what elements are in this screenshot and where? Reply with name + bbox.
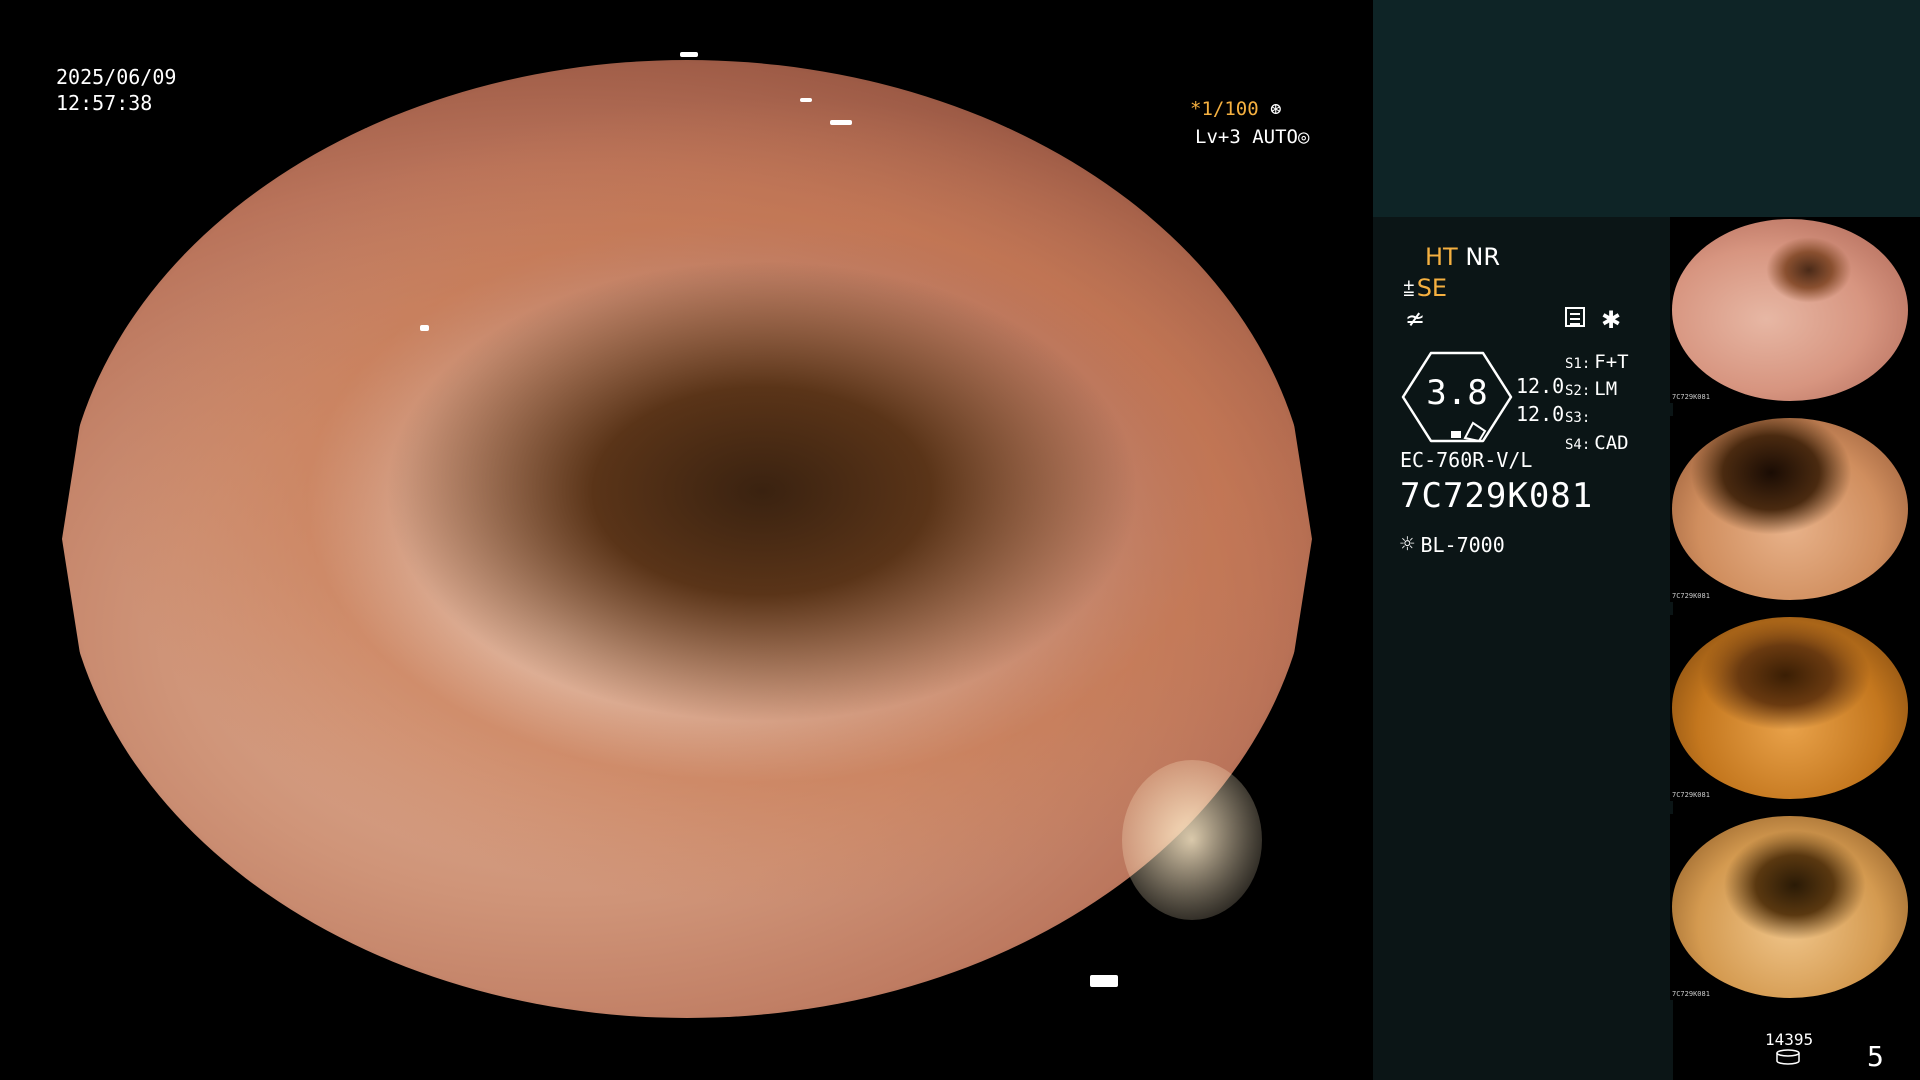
thumbnail-image	[1672, 418, 1908, 600]
thumbnail[interactable]: 7C729K081	[1670, 814, 1920, 1000]
panel-header-area	[1373, 0, 1920, 217]
light-source-name: BL-7000	[1420, 533, 1505, 557]
endoscopic-image	[62, 60, 1312, 1018]
asterisk-icon: ✱	[1601, 306, 1622, 334]
date: 2025/06/09	[56, 65, 177, 89]
endoscopy-viewport: 2025/06/09 12:57:38 *1/100 ⊛ Lv+3 AUTO◎	[0, 0, 1373, 1080]
thumbnail-caption: 7C729K081	[1672, 990, 1710, 998]
date-time: 2025/06/09 12:57:38	[56, 64, 176, 116]
iris-icon: ◎	[1297, 126, 1310, 148]
gain-value-1: 12.0	[1516, 374, 1565, 398]
light-source: ☼ BL-7000	[1400, 530, 1505, 558]
zoom-gauge: 3.8	[1401, 351, 1513, 443]
switch-slots: S1: F+T S2: LM S3: S4: CAD	[1565, 350, 1629, 458]
menu-icon	[1565, 307, 1585, 327]
slot-item: S3:	[1565, 410, 1591, 426]
image-counter: 14395	[1765, 1030, 1814, 1049]
gain-value-2: 12.0	[1516, 402, 1565, 426]
shutter-value: 1/100	[1201, 98, 1259, 120]
structure-enhancement: ⩲SE	[1403, 274, 1447, 302]
slot-item: S1: F+T	[1565, 351, 1629, 373]
freeze-icon: ≄	[1405, 305, 1426, 333]
slot-item: S4: CAD	[1565, 432, 1629, 454]
gain-values: 12.0 12.0	[1516, 372, 1564, 428]
thumbnail-image	[1672, 219, 1908, 401]
level-value: Lv+3	[1195, 126, 1241, 148]
exposure-level: Lv+3 AUTO◎	[1195, 126, 1309, 148]
thumbnail-caption: 7C729K081	[1672, 791, 1710, 799]
time: 12:57:38	[56, 91, 153, 115]
ht-mode: HT	[1425, 243, 1458, 271]
se-mode: SE	[1416, 274, 1448, 302]
thumbnail[interactable]: 7C729K081	[1670, 615, 1920, 801]
thumbnail-image	[1672, 816, 1908, 998]
shutter-speed: *1/100 ⊛	[1190, 98, 1282, 120]
page-number: 5	[1867, 1040, 1884, 1073]
processing-modes: HT NR	[1425, 243, 1500, 271]
nr-mode: NR	[1465, 243, 1500, 271]
gauge-value: 3.8	[1426, 373, 1488, 413]
scope-serial: 7C729K081	[1400, 476, 1594, 516]
scope-angle-icon: ⩲	[1403, 277, 1415, 301]
scope-model: EC-760R-V/L	[1400, 448, 1533, 472]
slot-item: S2: LM	[1565, 378, 1618, 400]
shutter-prefix: *	[1190, 98, 1202, 120]
light-source-icon: ☼	[1400, 530, 1415, 558]
light-reflection	[1122, 760, 1262, 920]
panel-status-area	[1373, 217, 1673, 1080]
aperture-icon: ⊛	[1270, 98, 1282, 120]
thumbnail-caption: 7C729K081	[1672, 592, 1710, 600]
thumbnail[interactable]: 7C729K081	[1670, 416, 1920, 602]
thumbnail[interactable]: 7C729K081	[1670, 217, 1920, 403]
thumbnail-caption: 7C729K081	[1672, 393, 1710, 401]
capture-thumbnails: 7C729K081 7C729K081 7C729K081 7C729K081	[1670, 217, 1920, 1013]
storage-icon	[1776, 1049, 1800, 1065]
thumbnail-image	[1672, 617, 1908, 799]
mode-value: AUTO	[1252, 126, 1298, 148]
